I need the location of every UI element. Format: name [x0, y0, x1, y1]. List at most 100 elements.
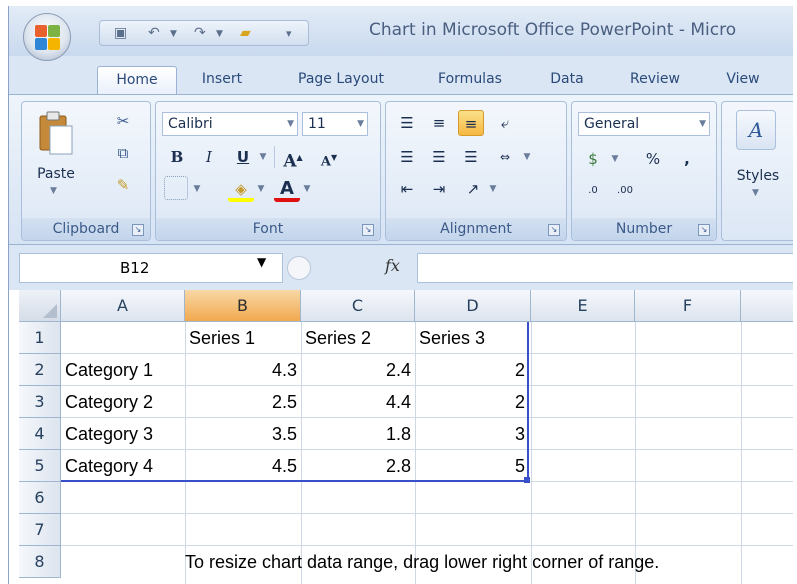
open-folder-icon[interactable]: ▰ [240, 25, 251, 41]
copy-icon[interactable]: ⧉ [110, 140, 136, 166]
tab-formulas[interactable]: Formulas [423, 66, 517, 94]
undo-dropdown-icon[interactable]: ▼ [170, 29, 177, 39]
wrap-text-icon[interactable]: ⤶ [492, 110, 518, 136]
range-resize-handle[interactable] [524, 477, 530, 483]
shrink-font-icon[interactable]: A▼ [316, 144, 342, 170]
cell-c1[interactable]: Series 2 [301, 322, 415, 354]
cell-b4[interactable]: 3.5 [185, 418, 301, 450]
undo-icon[interactable]: ↶ [148, 25, 160, 41]
bold-icon[interactable]: B [164, 144, 190, 170]
alignment-launcher-icon[interactable]: ↘ [548, 224, 560, 236]
tab-home[interactable]: Home [97, 66, 177, 94]
column-header-partial[interactable] [741, 290, 793, 322]
row-header-5[interactable]: 5 [19, 450, 61, 482]
accounting-dropdown-icon[interactable]: ▼ [608, 146, 622, 172]
column-header-d[interactable]: D [415, 290, 531, 322]
row-header-7[interactable]: 7 [19, 514, 61, 546]
cell-b1[interactable]: Series 1 [185, 322, 301, 354]
cut-icon[interactable]: ✂ [110, 108, 136, 134]
cell-c5[interactable]: 2.8 [301, 450, 415, 482]
name-box[interactable]: B12 [19, 253, 283, 283]
formula-input[interactable] [417, 253, 793, 283]
underline-dropdown-icon[interactable]: ▼ [256, 144, 270, 170]
select-all-button[interactable] [19, 290, 61, 322]
cell-c4[interactable]: 1.8 [301, 418, 415, 450]
font-color-icon[interactable]: A [274, 176, 300, 202]
align-right-icon[interactable]: ☰ [458, 144, 484, 170]
cell-a3[interactable]: Category 2 [61, 386, 185, 418]
orientation-dropdown-icon[interactable]: ▼ [486, 176, 500, 202]
borders-icon[interactable] [164, 176, 188, 200]
tab-page-layout[interactable]: Page Layout [285, 66, 397, 94]
row-header-6[interactable]: 6 [19, 482, 61, 514]
column-header-f[interactable]: F [635, 290, 741, 322]
office-button[interactable] [23, 13, 71, 61]
name-box-dropdown-icon[interactable]: ▼ [257, 255, 266, 269]
redo-icon[interactable]: ↷ [194, 25, 206, 41]
row-header-2[interactable]: 2 [19, 354, 61, 386]
cell-b8-note[interactable]: To resize chart data range, drag lower r… [185, 546, 659, 578]
column-header-b[interactable]: B [185, 290, 301, 322]
column-header-e[interactable]: E [531, 290, 635, 322]
cell-d1[interactable]: Series 3 [415, 322, 531, 354]
cell-b2[interactable]: 4.3 [185, 354, 301, 386]
grow-font-icon[interactable]: A▲ [280, 144, 306, 172]
number-launcher-icon[interactable]: ↘ [698, 224, 710, 236]
comma-style-icon[interactable]: , [674, 146, 700, 172]
cell-c2[interactable]: 2.4 [301, 354, 415, 386]
cell-d2[interactable]: 2 [415, 354, 529, 386]
font-name-select[interactable]: Calibri ▼ [162, 112, 298, 136]
font-color-dropdown-icon[interactable]: ▼ [300, 176, 314, 202]
format-painter-icon[interactable]: ✎ [110, 172, 136, 198]
save-icon[interactable]: ▣ [114, 25, 127, 41]
clipboard-launcher-icon[interactable]: ↘ [132, 224, 144, 236]
customize-qat-icon[interactable]: ▾ [286, 27, 292, 40]
row-header-4[interactable]: 4 [19, 418, 61, 450]
merge-dropdown-icon[interactable]: ▼ [520, 144, 534, 170]
cell-d4[interactable]: 3 [415, 418, 529, 450]
decrease-decimal-icon[interactable]: .00 [612, 178, 638, 204]
cell-a4[interactable]: Category 3 [61, 418, 185, 450]
align-bottom-icon[interactable]: ≡ [458, 110, 484, 136]
cell-b3[interactable]: 2.5 [185, 386, 301, 418]
fill-color-icon[interactable]: ◈ [228, 176, 254, 202]
number-format-select[interactable]: General ▼ [578, 112, 710, 136]
insert-function-icon[interactable]: fx [385, 256, 400, 275]
paste-button[interactable]: Paste ▼ [32, 108, 80, 204]
italic-icon[interactable]: I [196, 144, 222, 170]
fill-color-dropdown-icon[interactable]: ▼ [254, 176, 268, 202]
cell-a5[interactable]: Category 4 [61, 450, 185, 482]
percent-style-icon[interactable]: % [640, 146, 666, 172]
row-header-8[interactable]: 8 [19, 546, 61, 578]
cell-b5[interactable]: 4.5 [185, 450, 301, 482]
column-header-a[interactable]: A [61, 290, 185, 322]
tab-review[interactable]: Review [619, 66, 691, 94]
font-size-select[interactable]: 11 ▼ [302, 112, 368, 136]
orientation-icon[interactable]: ↗ [460, 176, 486, 202]
font-launcher-icon[interactable]: ↘ [362, 224, 374, 236]
cell-c3[interactable]: 4.4 [301, 386, 415, 418]
expand-icon[interactable] [287, 256, 311, 280]
align-top-icon[interactable]: ☰ [394, 110, 420, 136]
cell-d5[interactable]: 5 [415, 450, 529, 482]
merge-center-icon[interactable]: ⇔ [492, 144, 518, 170]
accounting-format-icon[interactable]: $ [580, 146, 606, 172]
cell-a2[interactable]: Category 1 [61, 354, 185, 386]
styles-group[interactable]: A Styles ▼ [721, 101, 793, 241]
align-left-icon[interactable]: ☰ [394, 144, 420, 170]
cell-d3[interactable]: 2 [415, 386, 529, 418]
redo-dropdown-icon[interactable]: ▼ [216, 29, 223, 39]
tab-data[interactable]: Data [543, 66, 591, 94]
increase-indent-icon[interactable]: ⇥ [426, 176, 452, 202]
tab-view[interactable]: View [717, 66, 769, 94]
row-header-1[interactable]: 1 [19, 322, 61, 354]
align-middle-icon[interactable]: ≡ [426, 110, 452, 136]
column-header-c[interactable]: C [301, 290, 415, 322]
align-center-icon[interactable]: ☰ [426, 144, 452, 170]
tab-insert[interactable]: Insert [189, 66, 255, 94]
decrease-indent-icon[interactable]: ⇤ [394, 176, 420, 202]
underline-icon[interactable]: U [230, 144, 256, 170]
borders-dropdown-icon[interactable]: ▼ [190, 176, 204, 202]
increase-decimal-icon[interactable]: .0 [580, 178, 606, 204]
row-header-3[interactable]: 3 [19, 386, 61, 418]
